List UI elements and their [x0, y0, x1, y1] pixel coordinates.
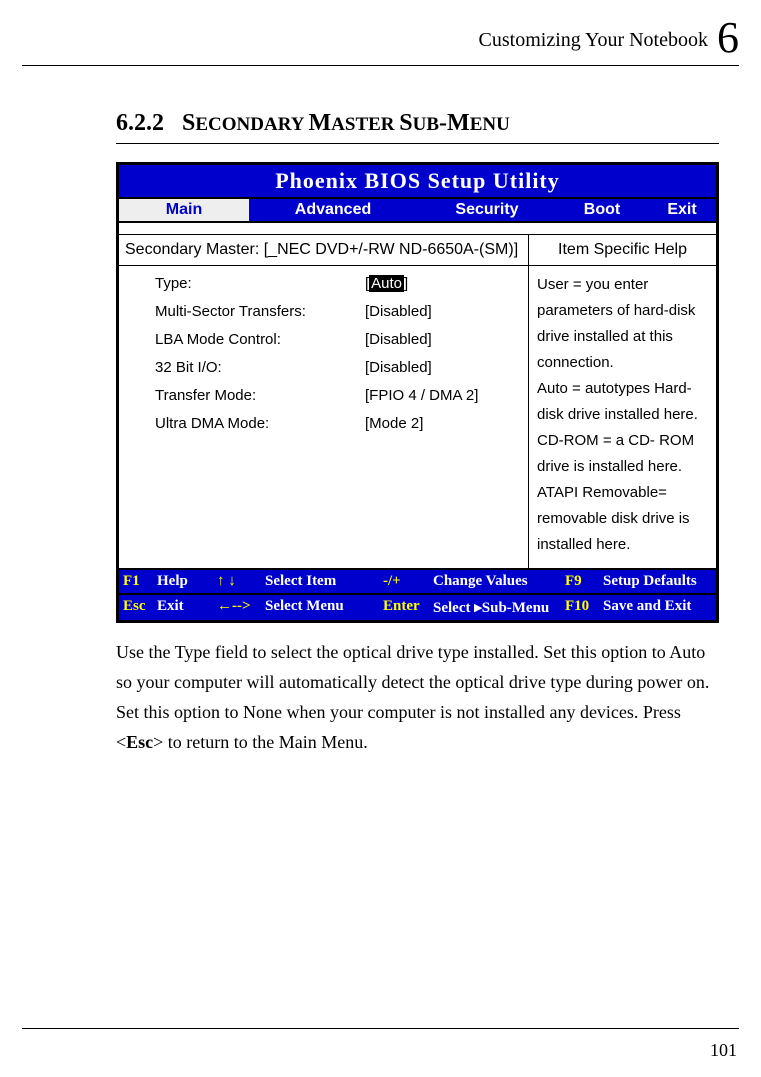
setting-value: [Disabled]: [365, 298, 432, 326]
chapter-number: 6: [717, 13, 739, 62]
bios-gap: [119, 221, 716, 235]
setting-row[interactable]: Multi-Sector Transfers:[Disabled]: [119, 298, 528, 326]
footer-key: Enter: [379, 595, 429, 620]
help-title: Item Specific Help: [529, 235, 716, 266]
setting-label: Multi-Sector Transfers:: [155, 298, 365, 326]
setting-label: Transfer Mode:: [155, 382, 365, 410]
footer-key: F1: [119, 570, 153, 593]
help-body: User = you enter parameters of hard-disk…: [529, 266, 716, 568]
section-number: 6.2.2: [116, 110, 164, 136]
footer-action: Change Values: [429, 570, 561, 593]
tab-advanced[interactable]: Advanced: [249, 199, 417, 221]
bios-tabs: Main Advanced Security Boot Exit: [119, 197, 716, 221]
setting-value: [Disabled]: [365, 354, 432, 382]
setting-row[interactable]: Type: [Auto]: [119, 270, 528, 298]
tab-boot[interactable]: Boot: [557, 199, 647, 221]
setting-value: [Mode 2]: [365, 410, 423, 438]
setting-row[interactable]: 32 Bit I/O:[Disabled]: [119, 354, 528, 382]
setting-value: [Auto]: [365, 270, 408, 298]
tab-exit[interactable]: Exit: [647, 199, 717, 221]
footer-action: Select ▸Sub-Menu: [429, 595, 561, 620]
footer-action: Setup Defaults: [599, 570, 716, 593]
section-heading: 6.2.2 SECONDARY MASTER SUB-MENU: [116, 110, 719, 137]
bios-subheader: Secondary Master: [_NEC DVD+/-RW ND-6650…: [119, 235, 528, 266]
setting-label: LBA Mode Control:: [155, 326, 365, 354]
footer-action: Select Menu: [261, 595, 379, 620]
footer-action: Help: [153, 570, 213, 593]
tab-main[interactable]: Main: [119, 199, 249, 221]
tab-security[interactable]: Security: [417, 199, 557, 221]
footer-action: Select Item: [261, 570, 379, 593]
footer-action: Save and Exit: [599, 595, 716, 620]
running-head: Customizing Your Notebook 6: [22, 12, 739, 67]
footer-key: F10: [561, 595, 599, 620]
bios-footer: F1 Help ↑ ↓ Select Item -/+ Change Value…: [119, 568, 716, 620]
footer-action: Exit: [153, 595, 213, 620]
setting-row[interactable]: LBA Mode Control:[Disabled]: [119, 326, 528, 354]
bios-settings-list: Type: [Auto] Multi-Sector Transfers:[Dis…: [119, 266, 528, 448]
setting-value: [FPIO 4 / DMA 2]: [365, 382, 478, 410]
running-title: Customizing Your Notebook: [479, 29, 708, 51]
footer-key: ←-->: [213, 595, 261, 620]
page-number: 101: [710, 1040, 737, 1061]
bios-title: Phoenix BIOS Setup Utility: [119, 165, 716, 197]
setting-label: 32 Bit I/O:: [155, 354, 365, 382]
body-paragraph: Use the Type field to select the optical…: [116, 637, 719, 757]
footer-key: F9: [561, 570, 599, 593]
setting-row[interactable]: Ultra DMA Mode:[Mode 2]: [119, 410, 528, 438]
footer-key: ↑ ↓: [213, 570, 261, 593]
setting-label: Type:: [155, 270, 365, 298]
bios-panel: Phoenix BIOS Setup Utility Main Advanced…: [116, 162, 719, 623]
setting-row[interactable]: Transfer Mode:[FPIO 4 / DMA 2]: [119, 382, 528, 410]
heading-underline: [116, 143, 719, 144]
setting-label: Ultra DMA Mode:: [155, 410, 365, 438]
bottom-rule: [22, 1028, 739, 1029]
setting-value: [Disabled]: [365, 326, 432, 354]
footer-key: -/+: [379, 570, 429, 593]
footer-key: Esc: [119, 595, 153, 620]
